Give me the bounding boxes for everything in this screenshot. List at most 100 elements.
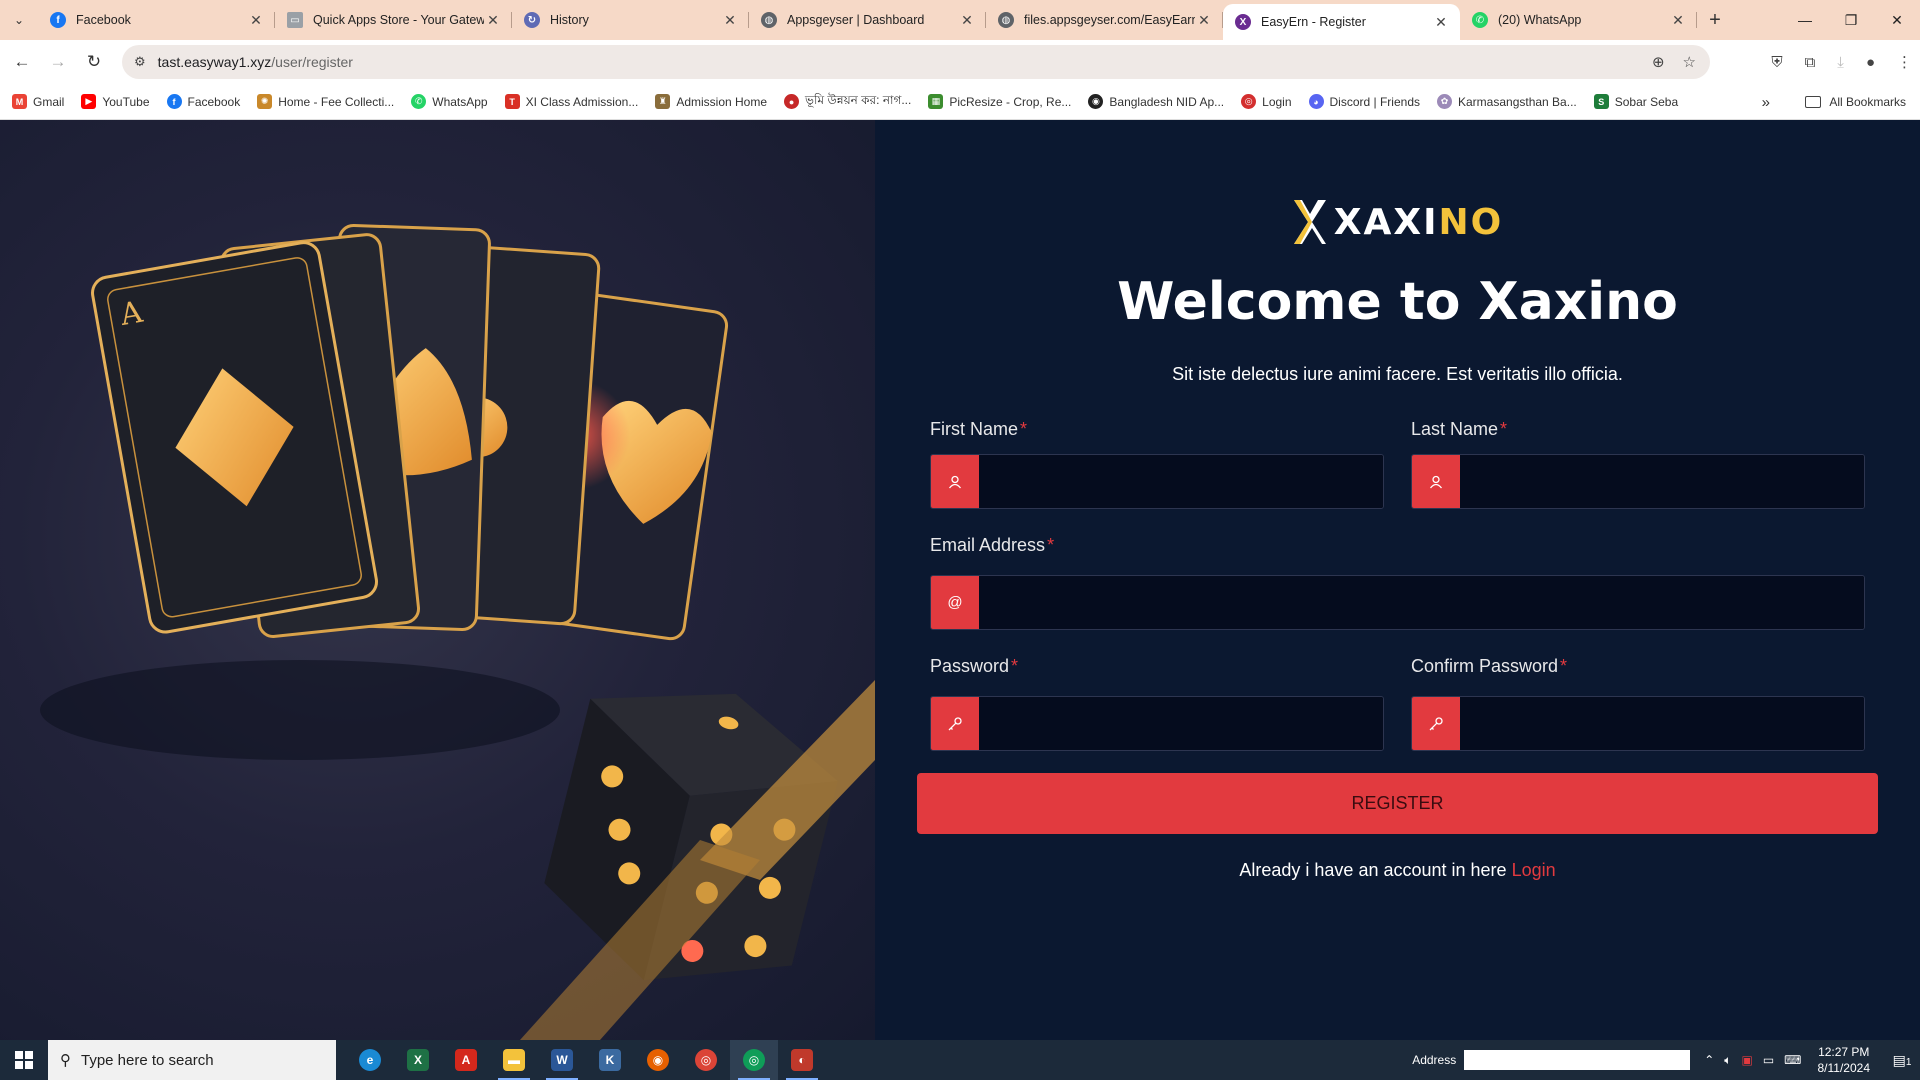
close-icon[interactable]: ✕ [247,12,265,29]
address-bar[interactable]: ⚙ tast.easyway1.xyz /user/register ⊕ ☆ [122,45,1710,79]
word-app[interactable]: W [538,1040,586,1080]
chrome-icon: ◎ [743,1049,765,1071]
bookmarks-bar: M Gmail ▶ YouTube f Facebook ✺ Home - Fee Co… [0,84,1920,120]
close-icon[interactable]: ✕ [721,12,739,29]
close-icon[interactable]: ✕ [958,12,976,29]
login-icon: ◎ [1241,94,1257,109]
login-link[interactable]: Login [1512,860,1556,880]
edge-icon: e [359,1049,381,1071]
bookmark-facebook[interactable]: f Facebook [166,94,240,109]
restore-icon[interactable]: ❐ [1828,0,1874,40]
cards-and-dice-illustration: A [40,223,875,1040]
bookmark-login[interactable]: ◎ Login [1241,94,1292,109]
excel-icon: X [407,1049,429,1071]
password-input[interactable] [979,697,1383,750]
more-bookmarks-icon[interactable]: » [1762,84,1770,120]
first-name-input[interactable] [979,455,1383,508]
confirm-password-field [1411,696,1865,751]
bookmark-nid[interactable]: ◉ Bangladesh NID Ap... [1088,94,1224,109]
bookmark-karmasangsthan[interactable]: ✿ Karmasangsthan Ba... [1437,94,1577,109]
chevron-up-icon[interactable]: ⌃ [1704,1053,1714,1067]
menu-icon[interactable]: ⋮ [1897,53,1912,71]
email-label: Email Address * [930,535,1055,555]
firefox-app[interactable]: ◉ [634,1040,682,1080]
url-path: /user/register [271,54,353,70]
bookmark-star-icon[interactable]: ☆ [1683,53,1696,71]
close-icon[interactable]: ✕ [1669,12,1687,29]
bookmark-whatsapp[interactable]: ✆ WhatsApp [411,94,488,109]
tab-title: Facebook [76,13,131,27]
download-icon[interactable]: ⤓ [1837,54,1844,71]
reload-icon[interactable]: ↻ [76,44,112,80]
tab-search-button[interactable]: ⌄ [0,0,38,40]
tab-files-appsgeyser[interactable]: ◍ files.appsgeyser.com/EasyEarn_ ✕ [986,0,1223,40]
address-toolbar-input[interactable] [1464,1050,1691,1070]
bookmark-picresize[interactable]: ▦ PicResize - Crop, Re... [928,94,1071,109]
file-explorer-app[interactable]: ▬ [490,1040,538,1080]
shield-icon[interactable]: ⛨ [1771,54,1782,71]
search-icon: ⚲ [60,1052,71,1069]
bookmark-xi-admission[interactable]: T XI Class Admission... [504,94,638,109]
email-input[interactable] [979,576,1864,629]
browser-toolbar: ← → ↻ ⚙ tast.easyway1.xyz /user/register… [0,40,1920,84]
acrobat-tray-icon[interactable]: ▣ [1741,1053,1752,1067]
address-toolbar-label: Address [1412,1053,1457,1067]
globe-icon: ◍ [998,12,1014,28]
chrome-app[interactable]: ◎ [682,1040,730,1080]
bookmark-gmail[interactable]: M Gmail [12,94,64,109]
whatsapp-icon: ✆ [411,94,427,109]
profile-avatar[interactable]: ● [1866,54,1875,71]
tab-appsgeyser[interactable]: ◍ Appsgeyser | Dashboard ✕ [749,0,986,40]
taskbar-search[interactable]: ⚲ Type here to search [48,1040,336,1080]
notification-icon[interactable]: ▤1 [1884,1052,1920,1069]
windows-start-icon[interactable] [0,1040,48,1080]
tab-history[interactable]: ↻ History ✕ [512,0,749,40]
clock[interactable]: 12:27 PM 8/11/2024 [1818,1044,1871,1076]
close-icon[interactable]: ✕ [1195,12,1213,29]
bookmark-discord[interactable]: ◕ Discord | Friends [1308,94,1420,109]
extensions-icon[interactable]: ⧉ [1805,54,1816,71]
window-close-icon[interactable]: ✕ [1874,0,1920,40]
tab-quick-apps[interactable]: ▭ Quick Apps Store - Your Gatew ✕ [275,0,512,40]
bookmark-youtube[interactable]: ▶ YouTube [81,94,150,109]
bookmark-admission-home[interactable]: ♜ Admission Home [655,94,767,109]
bookmark-fee-collection[interactable]: ✺ Home - Fee Collecti... [257,94,394,109]
new-tab-button[interactable]: + [1697,0,1733,40]
edge-app[interactable]: e [346,1040,394,1080]
tab-easyern-register[interactable]: X EasyErn - Register ✕ [1223,4,1460,40]
at-icon: @ [931,576,979,629]
word-icon: W [551,1049,573,1071]
acrobat-app[interactable]: A [442,1040,490,1080]
site-info-icon[interactable]: ⚙ [134,54,146,70]
forward-icon[interactable]: → [40,44,76,80]
windows-taskbar: ⚲ Type here to search e X A ▬ W K ◉ ◎ ◎ … [0,1040,1920,1080]
discord-icon: ◕ [1308,94,1324,109]
network-icon[interactable]: ▭ [1763,1053,1774,1067]
register-panel: XAXINO Welcome to Xaxino Sit iste delect… [875,120,1920,1040]
facebook-icon: f [166,94,182,109]
utility-app[interactable]: K [586,1040,634,1080]
close-icon[interactable]: ✕ [484,12,502,29]
bookmark-sobar-seba[interactable]: S Sobar Seba [1593,94,1678,109]
zoom-icon[interactable]: ⊕ [1652,53,1665,71]
keyboard-icon[interactable]: ⌨ [1784,1053,1801,1067]
back-icon[interactable]: ← [4,44,40,80]
tab-whatsapp[interactable]: ✆ (20) WhatsApp ✕ [1460,0,1697,40]
chrome-app-active[interactable]: ◎ [730,1040,778,1080]
misc-app[interactable]: ◐ [778,1040,826,1080]
close-icon[interactable]: ✕ [1432,14,1450,31]
volume-icon[interactable]: 🔈︎ [1724,1053,1731,1068]
emblem-icon: ● [784,94,800,109]
all-bookmarks-button[interactable]: All Bookmarks [1805,84,1906,120]
hero-casino-image: A [0,120,875,1040]
minimize-icon[interactable]: — [1782,0,1828,40]
xaxino-logo: XAXINO [875,198,1920,246]
register-button[interactable]: Register [917,773,1878,834]
tab-facebook[interactable]: f Facebook ✕ [38,0,275,40]
bookmark-land-tax[interactable]: ● ভূমি উন্নয়ন কর: নাগ... [784,92,911,112]
tab-title: EasyErn - Register [1261,15,1366,29]
excel-app[interactable]: X [394,1040,442,1080]
youtube-icon: ▶ [81,94,97,109]
confirm-password-input[interactable] [1460,697,1864,750]
last-name-input[interactable] [1460,455,1864,508]
